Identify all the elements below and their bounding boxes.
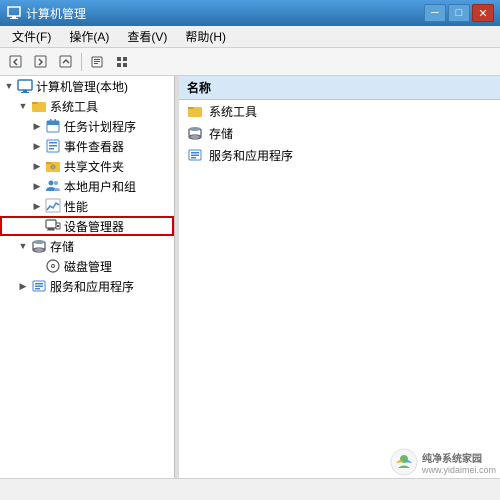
folder-systools-icon bbox=[31, 98, 47, 114]
toolbar-separator bbox=[81, 53, 82, 71]
tree-label-storage: 存储 bbox=[50, 238, 74, 255]
watermark-text-block: 纯净系统家园 www.yidaimei.com bbox=[422, 450, 496, 475]
sharedfolder-icon bbox=[45, 158, 61, 174]
tree-item-devicemanager[interactable]: ▶ 设备管理器 bbox=[0, 216, 174, 236]
users-icon bbox=[45, 178, 61, 194]
toolbar bbox=[0, 48, 500, 76]
performance-icon bbox=[45, 198, 61, 214]
tree-item-performance[interactable]: ▶ 性能 bbox=[0, 196, 174, 216]
expand-icon-diskmgmt: ▶ bbox=[30, 259, 44, 273]
expand-icon-performance: ▶ bbox=[30, 199, 44, 213]
computer-icon bbox=[17, 78, 33, 94]
expand-icon-sharedfolders: ▶ bbox=[30, 159, 44, 173]
tree-label-performance: 性能 bbox=[64, 198, 88, 215]
expand-icon-taskscheduler: ▶ bbox=[30, 119, 44, 133]
right-item-systools[interactable]: 系统工具 bbox=[179, 100, 500, 122]
menu-bar: 文件(F) 操作(A) 查看(V) 帮助(H) bbox=[0, 26, 500, 48]
expand-icon-storage: ▼ bbox=[16, 239, 30, 253]
main-area: ▼ 计算机管理(本地) ▼ 系统工具 ▶ bbox=[0, 76, 500, 478]
watermark-line1: 纯净系统家园 bbox=[422, 450, 496, 465]
toolbar-view-button[interactable] bbox=[110, 51, 134, 73]
right-item-storage[interactable]: 存储 bbox=[179, 122, 500, 144]
tree-item-root[interactable]: ▼ 计算机管理(本地) bbox=[0, 76, 174, 96]
right-label-systools: 系统工具 bbox=[209, 103, 257, 120]
tree-item-eventviewer[interactable]: ▶ 事件查看器 bbox=[0, 136, 174, 156]
eventviewer-icon bbox=[45, 138, 61, 154]
watermark-logo bbox=[390, 448, 418, 476]
tree-item-sharedfolders[interactable]: ▶ 共享文件夹 bbox=[0, 156, 174, 176]
right-folder-systools-icon bbox=[187, 103, 203, 119]
tree-label-systools: 系统工具 bbox=[50, 98, 98, 115]
toolbar-forward-button[interactable] bbox=[29, 51, 53, 73]
expand-icon-devicemanager: ▶ bbox=[30, 219, 44, 233]
right-item-services[interactable]: 服务和应用程序 bbox=[179, 144, 500, 166]
disk-icon bbox=[45, 258, 61, 274]
app-icon bbox=[6, 5, 22, 21]
device-icon bbox=[45, 218, 61, 234]
tree-label-diskmgmt: 磁盘管理 bbox=[64, 258, 112, 275]
watermark-line2: www.yidaimei.com bbox=[422, 465, 496, 475]
window-title: 计算机管理 bbox=[26, 5, 424, 22]
tree-label-sharedfolders: 共享文件夹 bbox=[64, 158, 124, 175]
right-services-icon bbox=[187, 147, 203, 163]
expand-icon-localusers: ▶ bbox=[30, 179, 44, 193]
tree-label-services: 服务和应用程序 bbox=[50, 278, 134, 295]
right-label-services: 服务和应用程序 bbox=[209, 147, 293, 164]
expand-icon-systools: ▼ bbox=[16, 99, 30, 113]
tree-label-eventviewer: 事件查看器 bbox=[64, 138, 124, 155]
minimize-button[interactable]: ─ bbox=[424, 4, 446, 22]
right-panel-header: 名称 bbox=[179, 76, 500, 100]
toolbar-back-button[interactable] bbox=[4, 51, 28, 73]
right-panel: 名称 系统工具 存储 bbox=[179, 76, 500, 478]
maximize-button[interactable]: □ bbox=[448, 4, 470, 22]
tree-label-devicemanager: 设备管理器 bbox=[64, 218, 124, 235]
toolbar-properties-button[interactable] bbox=[85, 51, 109, 73]
expand-icon-root: ▼ bbox=[2, 79, 16, 93]
status-bar bbox=[0, 478, 500, 500]
right-label-storage: 存储 bbox=[209, 125, 233, 142]
menu-view[interactable]: 查看(V) bbox=[119, 26, 175, 47]
menu-action[interactable]: 操作(A) bbox=[61, 26, 117, 47]
services-icon bbox=[31, 278, 47, 294]
tree-item-localusers[interactable]: ▶ 本地用户和组 bbox=[0, 176, 174, 196]
tree-item-storage[interactable]: ▼ 存储 bbox=[0, 236, 174, 256]
tree-item-diskmgmt[interactable]: ▶ 磁盘管理 bbox=[0, 256, 174, 276]
menu-file[interactable]: 文件(F) bbox=[4, 26, 59, 47]
expand-icon-services: ▶ bbox=[16, 279, 30, 293]
close-button[interactable]: ✕ bbox=[472, 4, 494, 22]
watermark: 纯净系统家园 www.yidaimei.com bbox=[390, 448, 496, 476]
expand-icon-eventviewer: ▶ bbox=[30, 139, 44, 153]
menu-help[interactable]: 帮助(H) bbox=[177, 26, 234, 47]
tree-item-taskscheduler[interactable]: ▶ 任务计划程序 bbox=[0, 116, 174, 136]
storage-icon bbox=[31, 238, 47, 254]
toolbar-up-button[interactable] bbox=[54, 51, 78, 73]
window-controls: ─ □ ✕ bbox=[424, 4, 494, 22]
tree-label-root: 计算机管理(本地) bbox=[36, 78, 128, 95]
tree-panel: ▼ 计算机管理(本地) ▼ 系统工具 ▶ bbox=[0, 76, 175, 478]
title-bar: 计算机管理 ─ □ ✕ bbox=[0, 0, 500, 26]
tree-item-systools[interactable]: ▼ 系统工具 bbox=[0, 96, 174, 116]
right-storage-icon bbox=[187, 125, 203, 141]
calendar-icon bbox=[45, 118, 61, 134]
tree-label-taskscheduler: 任务计划程序 bbox=[64, 118, 136, 135]
tree-item-services[interactable]: ▶ 服务和应用程序 bbox=[0, 276, 174, 296]
tree-label-localusers: 本地用户和组 bbox=[64, 178, 136, 195]
